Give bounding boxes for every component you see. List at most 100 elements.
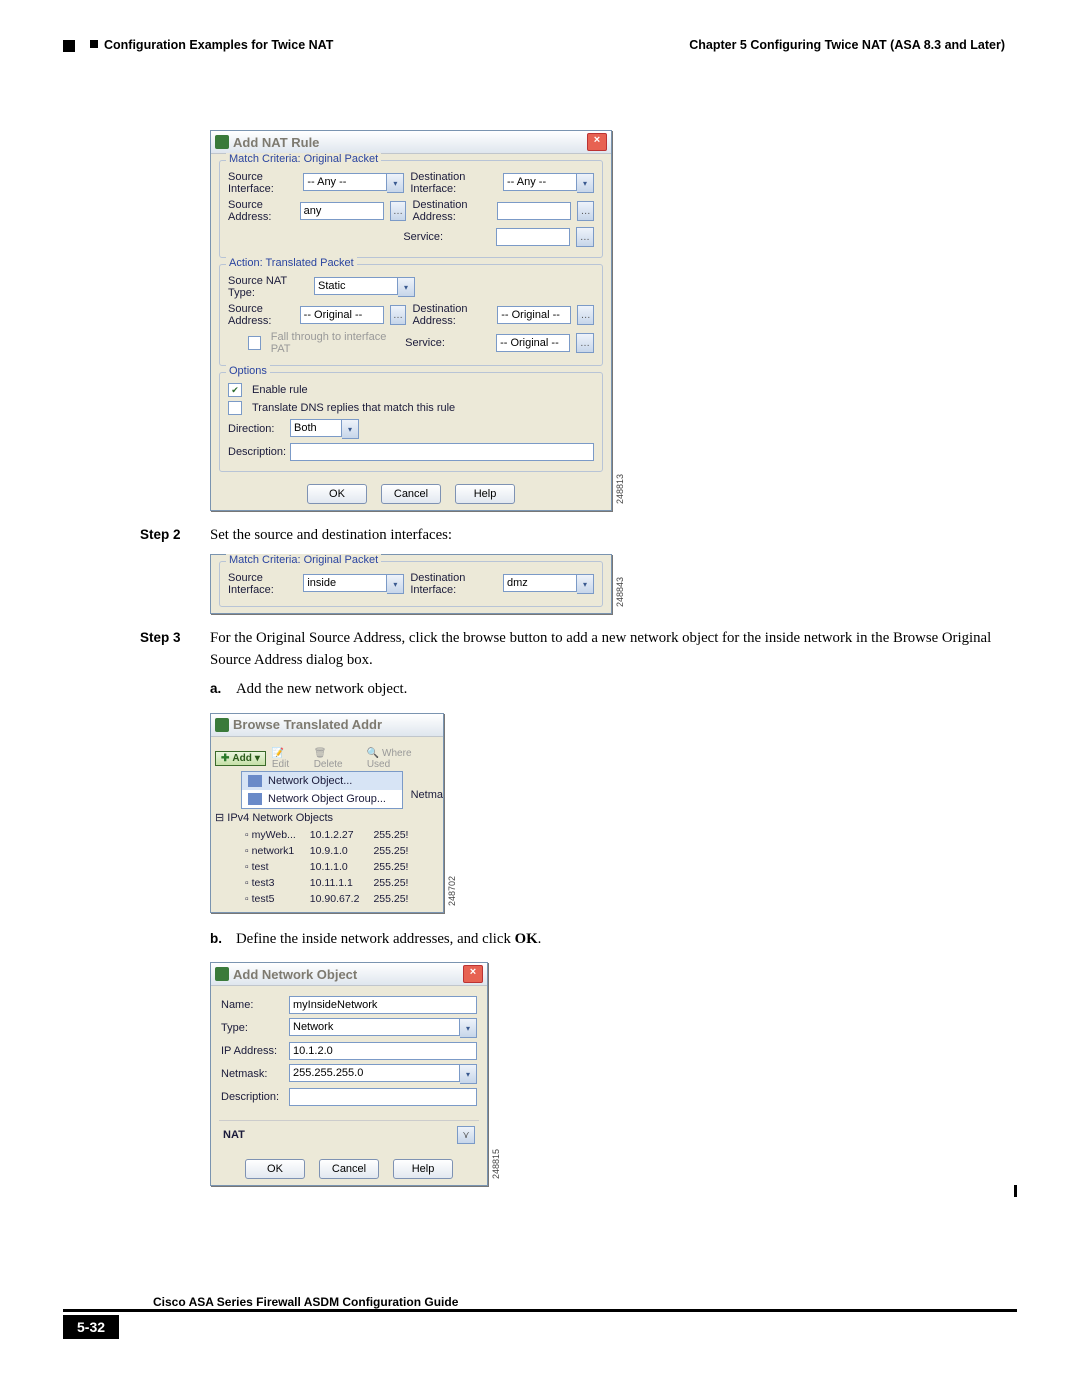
chevron-down-icon[interactable]: ▾ xyxy=(577,574,594,594)
fieldset-legend: Match Criteria: Original Packet xyxy=(226,153,381,165)
guide-title: Cisco ASA Series Firewall ASDM Configura… xyxy=(153,1295,1017,1309)
source-address-label: Source Address: xyxy=(228,199,294,223)
ok-button[interactable]: OK xyxy=(307,484,367,504)
enable-checkbox[interactable]: ✔ xyxy=(228,383,242,397)
chevron-down-icon[interactable]: ▾ xyxy=(460,1064,477,1084)
app-icon xyxy=(215,967,229,981)
direction-label: Direction: xyxy=(228,423,284,435)
table-row[interactable]: ▫ test310.11.1.1255.25! xyxy=(217,876,414,890)
table-row[interactable]: ▫ myWeb...10.1.2.27255.25! xyxy=(217,828,414,842)
ip-label: IP Address: xyxy=(221,1045,283,1057)
nat-type-select[interactable] xyxy=(314,277,398,295)
crop-mark xyxy=(63,40,75,52)
close-icon[interactable]: × xyxy=(587,133,607,151)
expand-icon[interactable]: ⋎ xyxy=(457,1126,475,1144)
image-id: 248813 xyxy=(615,474,625,504)
table-row[interactable]: ▫ network110.9.1.0255.25! xyxy=(217,844,414,858)
app-icon xyxy=(215,718,229,732)
description-label: Description: xyxy=(228,446,284,458)
browse-icon[interactable]: … xyxy=(576,227,594,247)
group-icon xyxy=(248,793,262,805)
browse-icon[interactable]: … xyxy=(577,201,594,221)
fieldset-legend: Options xyxy=(226,365,270,377)
image-id: 248815 xyxy=(491,1149,501,1179)
table-row[interactable]: ▫ test510.90.67.2255.25! xyxy=(217,892,414,906)
dest-interface-label: Destination Interface: xyxy=(410,572,497,596)
type-select[interactable] xyxy=(289,1018,460,1036)
dest-address-input[interactable] xyxy=(497,306,571,324)
add-button[interactable]: ✚Add▾ xyxy=(215,751,266,766)
service-label: Service: xyxy=(403,231,489,243)
netmask-header: Netma xyxy=(407,771,443,801)
browse-icon[interactable]: … xyxy=(577,305,594,325)
nat-type-label: Source NAT Type: xyxy=(228,275,308,299)
name-label: Name: xyxy=(221,999,283,1011)
netmask-label: Netmask: xyxy=(221,1068,283,1080)
network-objects-table: ▫ myWeb...10.1.2.27255.25! ▫ network110.9… xyxy=(215,826,416,908)
substep-text: Add the new network object. xyxy=(236,679,407,700)
ok-button[interactable]: OK xyxy=(245,1159,305,1179)
direction-select[interactable] xyxy=(290,419,342,437)
menu-network-object[interactable]: Network Object... xyxy=(242,772,402,790)
dest-address-input[interactable] xyxy=(497,202,571,220)
step-text: Set the source and destination interface… xyxy=(210,525,1000,546)
enable-label: Enable rule xyxy=(252,384,308,396)
dialog-title: Browse Translated Addr xyxy=(233,717,382,732)
name-input[interactable] xyxy=(289,996,477,1014)
chevron-down-icon[interactable]: ▾ xyxy=(255,753,260,764)
dialog-titlebar[interactable]: Add Network Object× xyxy=(211,963,487,986)
step-text: For the Original Source Address, click t… xyxy=(210,628,1000,671)
ip-input[interactable] xyxy=(289,1042,477,1060)
table-row[interactable]: ▫ test10.1.1.0255.25! xyxy=(217,860,414,874)
source-interface-select[interactable] xyxy=(303,574,387,592)
object-icon xyxy=(248,775,262,787)
dest-interface-label: Destination Interface: xyxy=(410,171,497,195)
pat-checkbox[interactable] xyxy=(248,336,261,350)
fieldset-legend: Action: Translated Packet xyxy=(226,257,357,269)
browse-icon[interactable]: … xyxy=(390,305,407,325)
dest-interface-select[interactable] xyxy=(503,173,577,191)
chevron-down-icon[interactable]: ▾ xyxy=(460,1018,477,1038)
cancel-button[interactable]: Cancel xyxy=(319,1159,379,1179)
browse-icon[interactable]: … xyxy=(576,333,594,353)
fieldset-legend: Match Criteria: Original Packet xyxy=(226,554,381,566)
menu-network-object-group[interactable]: Network Object Group... xyxy=(242,790,402,808)
substep-label: b. xyxy=(210,929,236,950)
chevron-down-icon[interactable]: ▾ xyxy=(342,419,359,439)
service-input[interactable] xyxy=(496,228,570,246)
dns-checkbox[interactable] xyxy=(228,401,242,415)
dialog-titlebar[interactable]: Browse Translated Addr xyxy=(211,714,443,737)
footer-rule xyxy=(63,1309,1017,1312)
description-input[interactable] xyxy=(290,443,594,461)
chevron-down-icon[interactable]: ▾ xyxy=(387,173,404,193)
help-button[interactable]: Help xyxy=(393,1159,453,1179)
description-input[interactable] xyxy=(289,1088,477,1106)
service-label: Service: xyxy=(405,337,490,349)
chevron-down-icon[interactable]: ▾ xyxy=(398,277,415,297)
help-button[interactable]: Help xyxy=(455,484,515,504)
page-number: 5-32 xyxy=(63,1315,119,1339)
source-interface-label: Source Interface: xyxy=(228,572,297,596)
close-icon[interactable]: × xyxy=(463,965,483,983)
dns-label: Translate DNS replies that match this ru… xyxy=(252,402,455,414)
dialog-title: Add NAT Rule xyxy=(233,135,319,150)
cancel-button[interactable]: Cancel xyxy=(381,484,441,504)
source-address-input[interactable] xyxy=(300,202,384,220)
type-label: Type: xyxy=(221,1022,283,1034)
section-running-head: Configuration Examples for Twice NAT xyxy=(90,38,333,52)
chevron-down-icon[interactable]: ▾ xyxy=(387,574,404,594)
category-label[interactable]: ⊟ IPv4 Network Objects xyxy=(211,809,443,826)
source-address-label: Source Address: xyxy=(228,303,294,327)
image-id: 248843 xyxy=(615,577,625,607)
service-input[interactable] xyxy=(496,334,570,352)
browse-icon[interactable]: … xyxy=(390,201,407,221)
substep-label: a. xyxy=(210,679,236,700)
chevron-down-icon[interactable]: ▾ xyxy=(577,173,594,193)
dest-address-label: Destination Address: xyxy=(412,199,491,223)
source-address-input[interactable] xyxy=(300,306,384,324)
netmask-select[interactable] xyxy=(289,1064,460,1082)
dest-interface-select[interactable] xyxy=(503,574,577,592)
source-interface-select[interactable] xyxy=(303,173,387,191)
dialog-titlebar[interactable]: Add NAT Rule × xyxy=(211,131,611,154)
where-used-button: 🔍 Where Used xyxy=(362,747,439,771)
